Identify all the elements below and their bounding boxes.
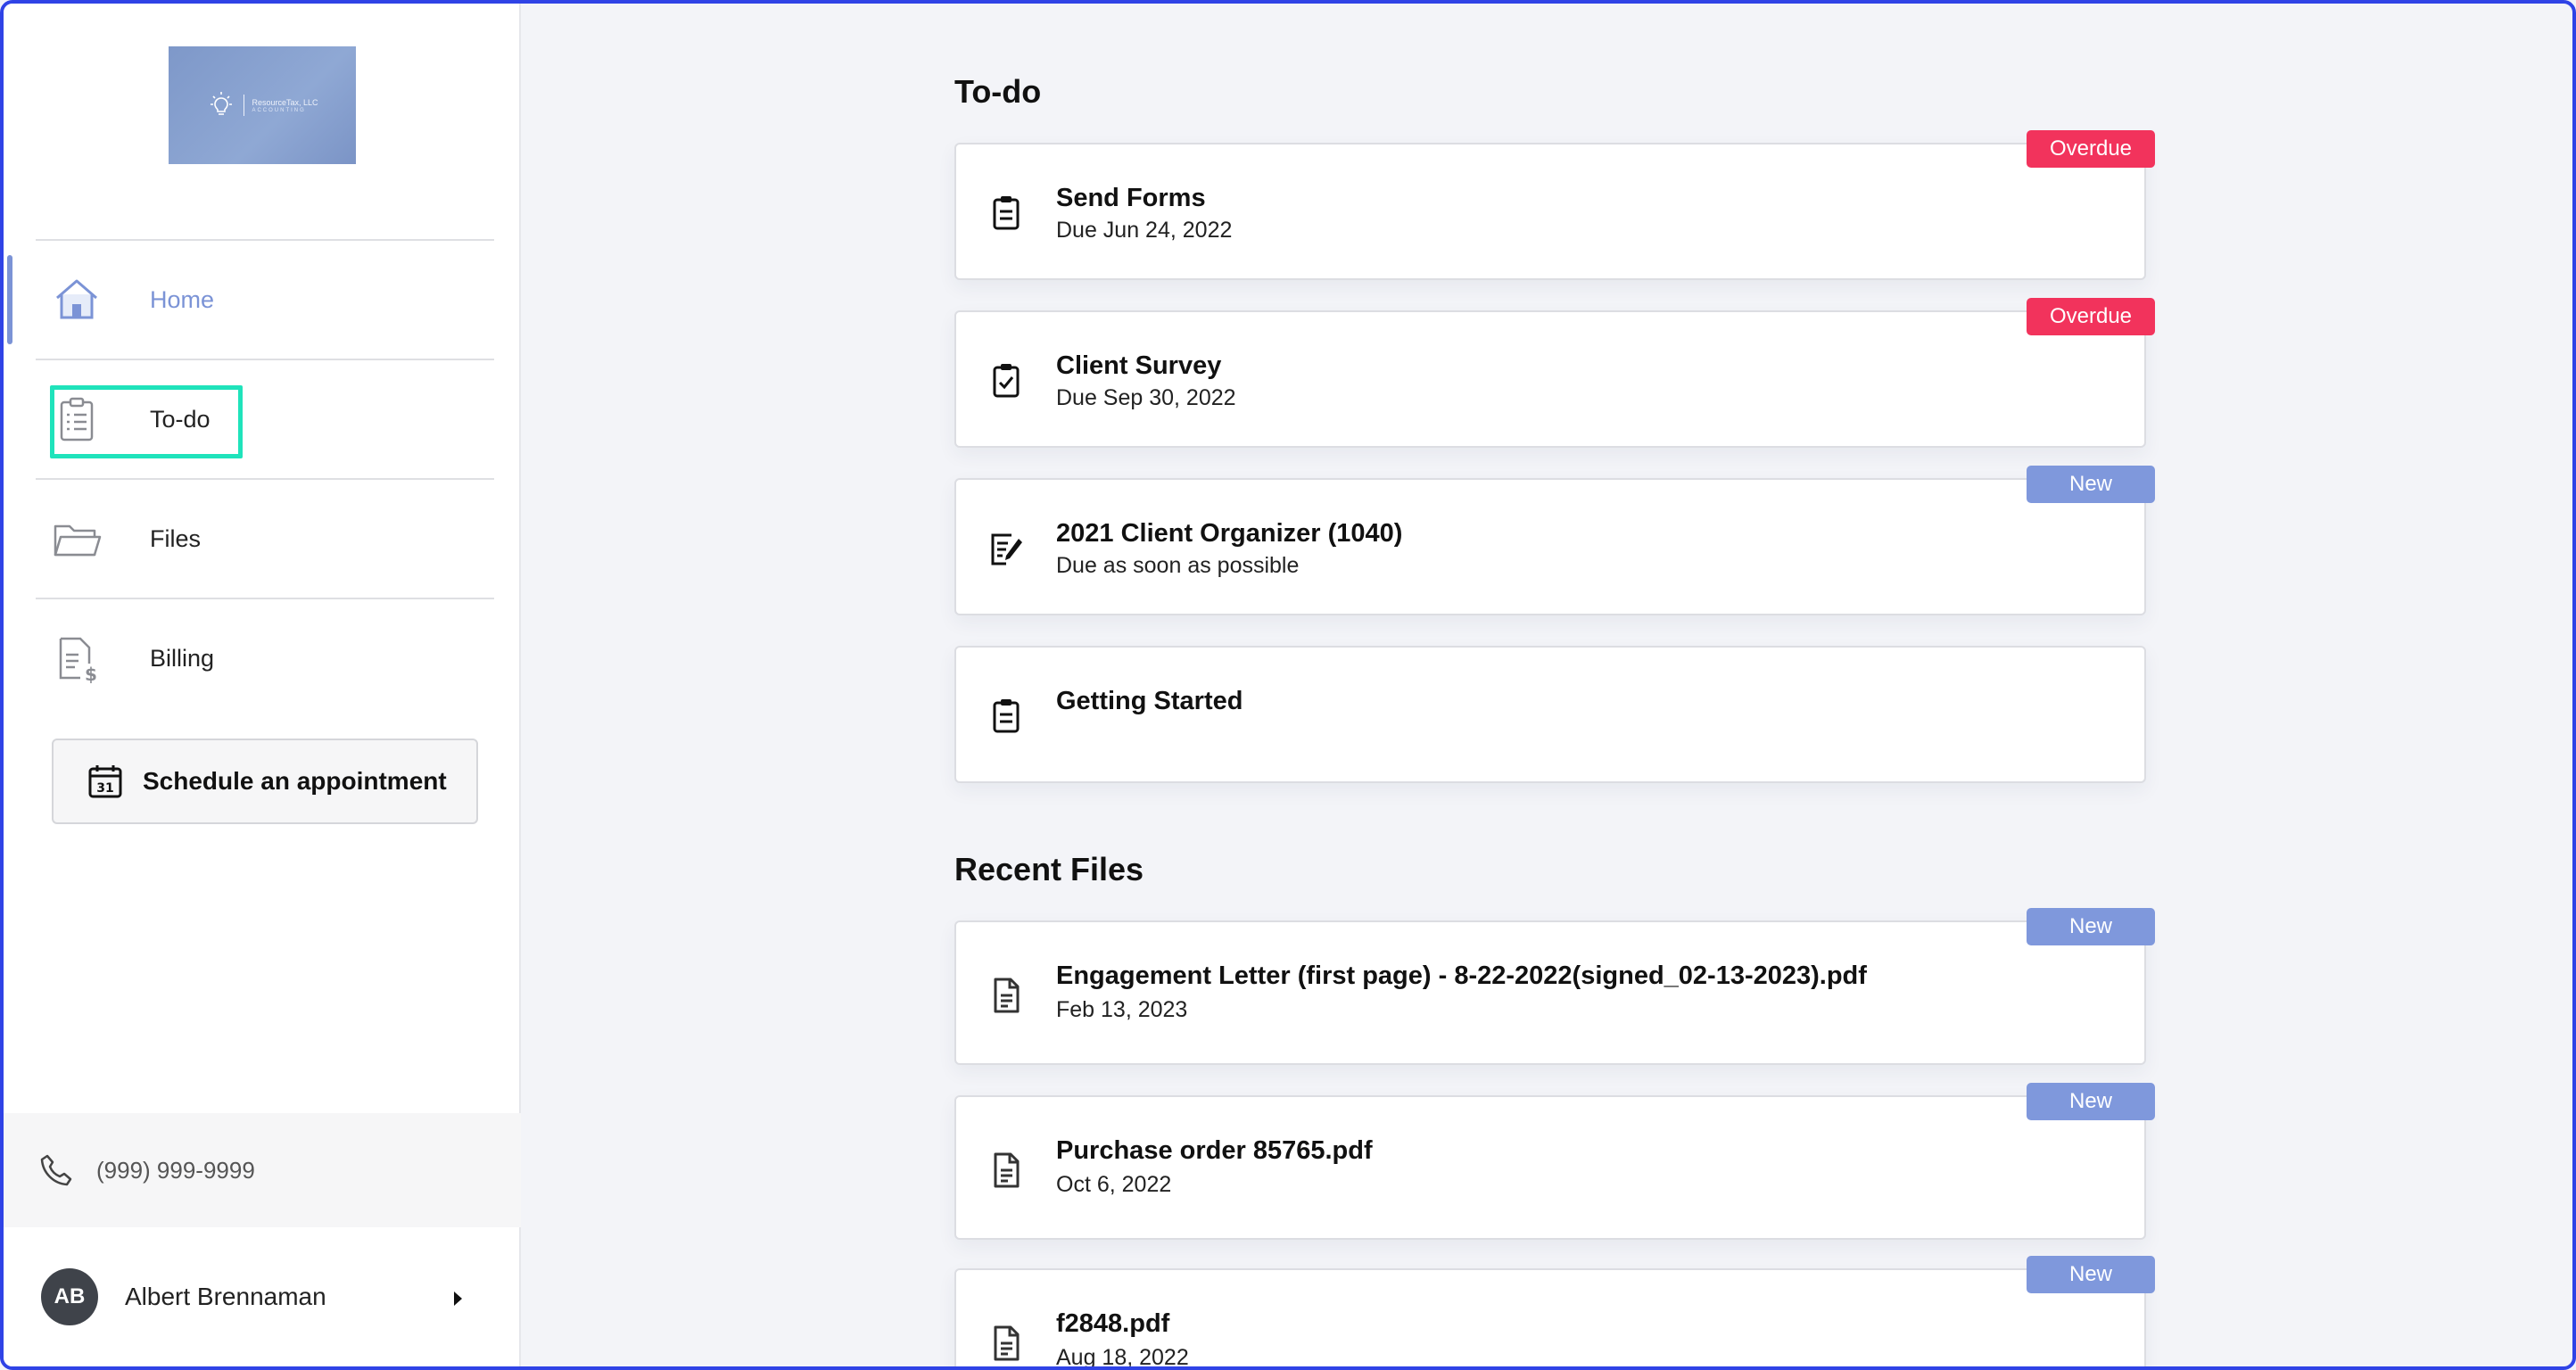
file-card[interactable]: Purchase order 85765.pdf Oct 6, 2022 New	[954, 1083, 2155, 1240]
status-badge: New	[2027, 1256, 2155, 1293]
home-icon	[56, 279, 97, 319]
user-menu[interactable]: AB Albert Brennaman	[4, 1240, 521, 1354]
logo-tagline: ACCOUNTING	[252, 107, 306, 113]
company-logo[interactable]: ResourceTax, LLC ACCOUNTING	[169, 46, 356, 164]
schedule-button-label: Schedule an appointment	[143, 767, 447, 795]
status-badge: New	[2027, 466, 2155, 503]
file-date: Feb 13, 2023	[1056, 997, 1188, 1022]
active-indicator	[7, 255, 12, 344]
file-icon	[994, 1325, 1020, 1361]
folder-icon	[54, 524, 102, 557]
calendar-day: 31	[96, 781, 113, 796]
todo-card-client-survey[interactable]: Client Survey Due Sep 30, 2022 Overdue	[954, 298, 2155, 448]
todo-section-title: To-do	[954, 73, 1042, 110]
avatar: AB	[41, 1268, 98, 1325]
clipboard-icon	[993, 699, 1020, 733]
user-name: Albert Brennaman	[125, 1283, 326, 1310]
sidebar-item-label: Files	[150, 524, 202, 552]
svg-text:$: $	[85, 664, 97, 683]
sidebar-item-todo[interactable]: To-do	[36, 359, 494, 478]
file-icon	[994, 1152, 1020, 1188]
phone-number: (999) 999-9999	[96, 1156, 255, 1184]
sidebar-item-label: Home	[150, 285, 215, 313]
status-badge: Overdue	[2027, 298, 2155, 335]
status-badge: New	[2027, 1083, 2155, 1120]
todo-card-send-forms[interactable]: Send Forms Due Jun 24, 2022 Overdue	[954, 130, 2155, 280]
sidebar-nav: Home To-do Files $ Billing	[7, 239, 494, 717]
file-icon	[994, 978, 1020, 1013]
sidebar-item-label: Billing	[150, 644, 215, 672]
logo-name: ResourceTax, LLC	[252, 97, 318, 107]
calendar-icon: 31	[88, 765, 122, 798]
todo-due: Due Sep 30, 2022	[1056, 385, 1236, 410]
status-badge: Overdue	[2027, 130, 2155, 168]
phone-icon	[40, 1154, 72, 1186]
sidebar-item-label: To-do	[150, 405, 211, 433]
schedule-appointment-button[interactable]: 31 Schedule an appointment	[52, 739, 478, 824]
file-name: Purchase order 85765.pdf	[1056, 1136, 1373, 1165]
caret-right-icon	[454, 1292, 462, 1306]
todo-title: Getting Started	[1056, 687, 1243, 715]
contact-phone[interactable]: (999) 999-9999	[4, 1113, 521, 1227]
todo-title: Send Forms	[1056, 184, 1206, 212]
file-name: Engagement Letter (first page) - 8-22-20…	[1056, 961, 1867, 990]
file-date: Aug 18, 2022	[1056, 1345, 1189, 1370]
todo-card-client-organizer[interactable]: 2021 Client Organizer (1040) Due as soon…	[954, 466, 2155, 615]
sidebar-item-home[interactable]: Home	[7, 239, 494, 359]
recent-files-title: Recent Files	[954, 851, 1144, 887]
clipboard-icon	[993, 196, 1020, 230]
file-name: f2848.pdf	[1056, 1309, 1170, 1338]
clipboard-check-icon	[993, 364, 1020, 398]
form-edit-icon	[991, 533, 1022, 565]
billing-document-icon: $	[59, 637, 97, 683]
todo-due: Due Jun 24, 2022	[1056, 218, 1233, 243]
sidebar-item-files[interactable]: Files	[36, 478, 494, 598]
status-badge: New	[2027, 908, 2155, 945]
todo-title: Client Survey	[1056, 351, 1222, 380]
sidebar: ResourceTax, LLC ACCOUNTING Home To-do F…	[4, 4, 521, 1366]
file-date: Oct 6, 2022	[1056, 1172, 1172, 1197]
app-frame: ResourceTax, LLC ACCOUNTING Home To-do F…	[0, 0, 2576, 1370]
file-card[interactable]: Engagement Letter (first page) - 8-22-20…	[954, 908, 2155, 1065]
logo-mark: ResourceTax, LLC ACCOUNTING	[206, 90, 318, 120]
clipboard-list-icon	[60, 397, 94, 442]
todo-title: 2021 Client Organizer (1040)	[1056, 519, 1403, 548]
file-card[interactable]: f2848.pdf Aug 18, 2022 New	[954, 1256, 2155, 1370]
todo-card-getting-started[interactable]: Getting Started	[954, 646, 2146, 783]
todo-due: Due as soon as possible	[1056, 553, 1300, 578]
sidebar-item-billing[interactable]: $ Billing	[36, 598, 494, 717]
lightbulb-icon	[211, 92, 233, 115]
